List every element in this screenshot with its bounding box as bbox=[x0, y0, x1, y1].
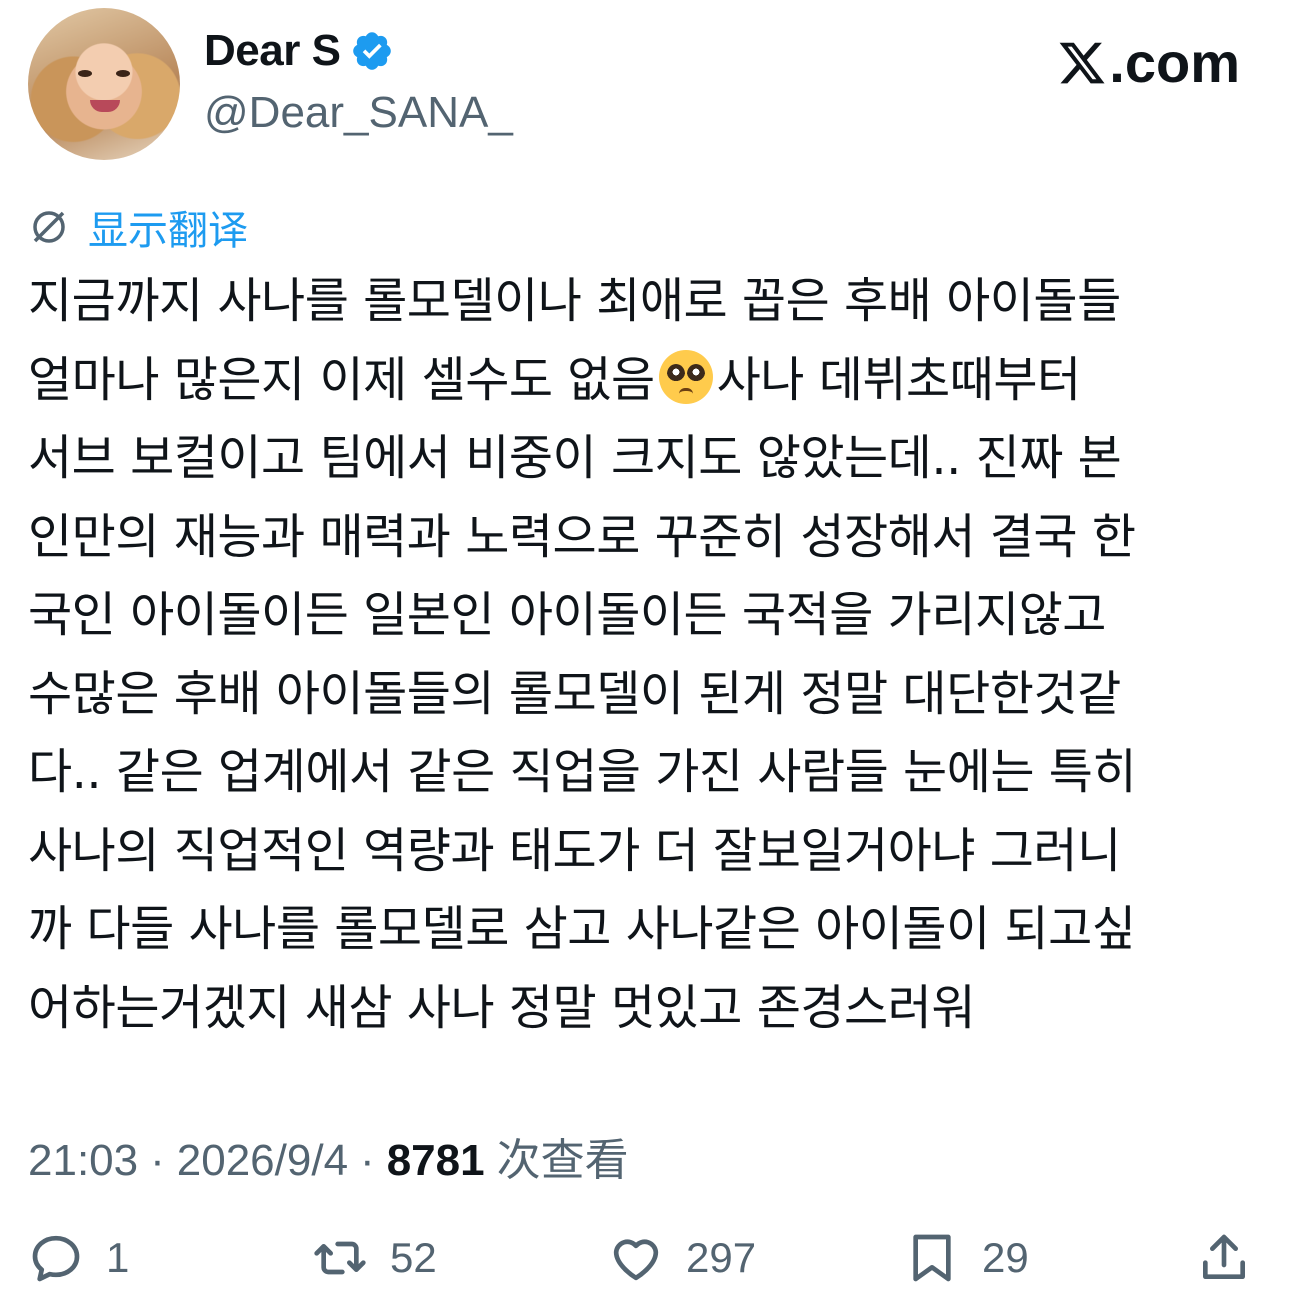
meta-separator: · bbox=[150, 1136, 165, 1185]
author-handle[interactable]: @Dear_SANA_ bbox=[204, 88, 513, 138]
tweet-line: 다.. 같은 업계에서 같은 직업을 가진 사람들 눈에는 특히 bbox=[28, 744, 1137, 800]
tweet-line: 인만의 재능과 매력과 노력으로 꾸준히 성장해서 결국 한 bbox=[28, 508, 1136, 565]
show-translation-label[interactable]: 显示翻译 bbox=[88, 198, 248, 256]
x-logo-icon bbox=[1059, 42, 1105, 83]
avatar-mouth bbox=[90, 100, 120, 112]
meta-separator: · bbox=[360, 1136, 375, 1185]
tweet-line-part: 얼마나 많은지 이제 셀수도 없음 bbox=[28, 351, 655, 408]
like-count: 297 bbox=[686, 1234, 757, 1281]
show-translation-button[interactable]: 显示翻译 bbox=[28, 198, 248, 256]
tweet-line: 까 다들 사나를 롤모델로 삼고 사나같은 아이돌이 되고싶 bbox=[28, 901, 1136, 957]
tweet-time[interactable]: 21:03 bbox=[28, 1136, 138, 1186]
tweet-header: Dear S @Dear_SANA_ .com bbox=[0, 0, 1290, 170]
tweet-line-part: 사나 데뷔초때부터 bbox=[716, 351, 1082, 408]
share-button[interactable] bbox=[1196, 1230, 1252, 1286]
tweet-line: 수많은 후배 아이돌들의 롤모델이 된게 정말 대단한것같 bbox=[28, 665, 1121, 722]
tweet-line: 어하는거겠지 새삼 사나 정말 멋있고 존경스러워 bbox=[28, 979, 976, 1036]
repost-count: 52 bbox=[390, 1234, 437, 1281]
heart-icon bbox=[613, 1239, 659, 1281]
avatar[interactable] bbox=[28, 8, 180, 160]
tweet-date[interactable]: 2026/9/4 bbox=[177, 1136, 348, 1186]
view-count: 8781 bbox=[386, 1136, 485, 1185]
bookmark-icon bbox=[913, 1234, 951, 1282]
bookmark-button[interactable]: 29 bbox=[904, 1230, 1029, 1286]
tweet-line: 사나의 직업적인 역량과 태도가 더 잘보일거아냐 그러니 bbox=[28, 822, 1121, 879]
verified-badge-icon bbox=[353, 32, 392, 70]
bookmark-count: 29 bbox=[982, 1234, 1029, 1281]
pleading-face-emoji-icon bbox=[658, 349, 713, 404]
tweet-text: 지금까지 사나를 롤모델이나 최애로 꼽은 후배 아이돌들 얼마나 많은지 이제… bbox=[28, 262, 1258, 1047]
display-name[interactable]: Dear S bbox=[204, 26, 341, 76]
reply-button[interactable]: 1 bbox=[28, 1230, 129, 1286]
repost-icon bbox=[314, 1241, 366, 1275]
tweet-meta: 21:03 · 2026/9/4 · 8781 次查看 bbox=[28, 1124, 629, 1188]
translate-globe-icon bbox=[33, 211, 65, 243]
x-brand-label: .com bbox=[1109, 31, 1240, 94]
like-button[interactable]: 297 bbox=[608, 1230, 756, 1286]
tweet-line: 국인 아이돌이든 일본인 아이돌이든 국적을 가리지않고 bbox=[28, 587, 1106, 643]
repost-button[interactable]: 52 bbox=[312, 1230, 437, 1286]
avatar-eye-right bbox=[116, 70, 130, 77]
tweet-line: 지금까지 사나를 롤모델이나 최애로 꼽은 후배 아이돌들 bbox=[28, 273, 1121, 329]
view-count-label: 次查看 bbox=[496, 1135, 629, 1186]
avatar-eye-left bbox=[78, 70, 92, 77]
tweet-line: 얼마나 많은지 이제 셀수도 없음 사나 데뷔초때부터 bbox=[28, 341, 1258, 420]
reply-icon bbox=[32, 1235, 80, 1282]
tweet-actions: 1 52 297 29 bbox=[0, 1230, 1290, 1296]
author-name-row[interactable]: Dear S bbox=[204, 26, 394, 76]
share-icon bbox=[1203, 1234, 1245, 1279]
x-brand: .com bbox=[1057, 30, 1240, 95]
tweet-line: 서브 보컬이고 팀에서 비중이 크지도 않았는데.. 진짜 본 bbox=[28, 430, 1122, 486]
reply-count: 1 bbox=[106, 1234, 130, 1281]
